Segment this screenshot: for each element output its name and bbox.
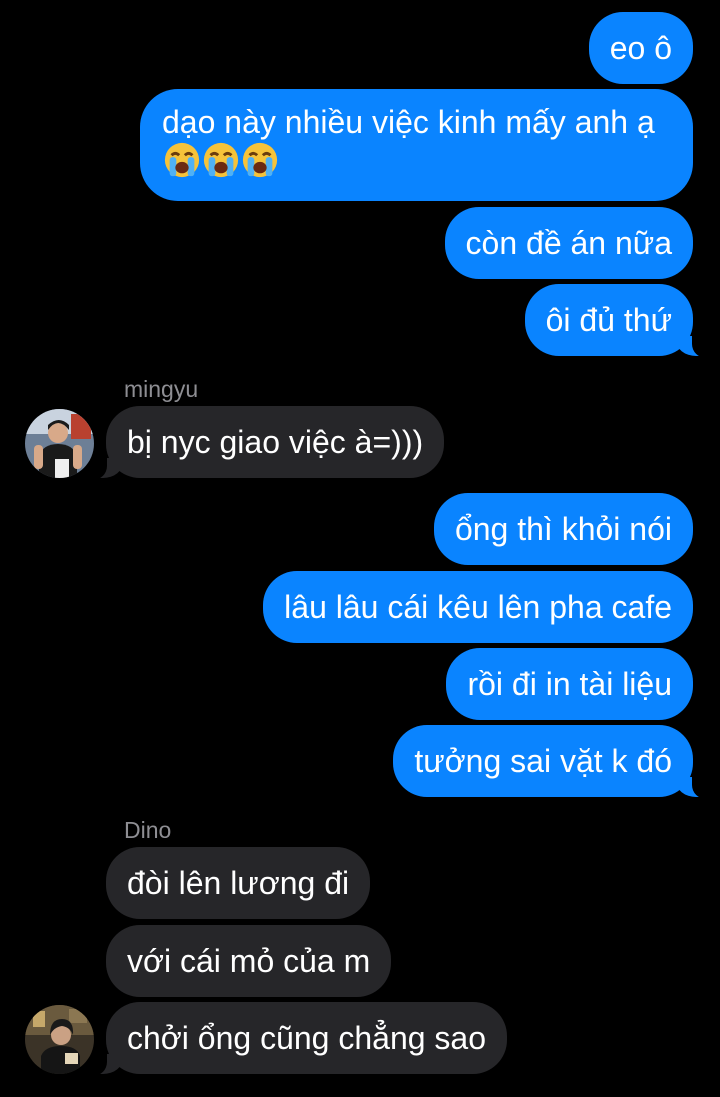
message-bubble-outgoing[interactable]: ổng thì khỏi nói [433, 493, 693, 565]
message-bubble-incoming[interactable]: bị nyc giao việc à=))) [106, 406, 445, 478]
loudly-crying-face-emoji [203, 142, 239, 178]
message-text: tưởng sai vặt k đó [414, 743, 672, 779]
bubble-tail [89, 456, 123, 480]
message-text: rồi đi in tài liệu [467, 666, 672, 702]
message-bubble-outgoing[interactable]: dạo này nhiều việc kinh mấy anh ạ [140, 89, 693, 201]
avatar-image [25, 409, 94, 478]
message-text: dạo này nhiều việc kinh mấy anh ạ [162, 103, 671, 181]
message-bubble-outgoing[interactable]: eo ô [588, 12, 693, 84]
message-text: bị nyc giao việc à=))) [127, 424, 424, 460]
message-text: ôi đủ thứ [545, 302, 672, 338]
sender-name: mingyu [124, 376, 199, 402]
message-text: lâu lâu cái kêu lên pha cafe [284, 589, 672, 625]
loudly-crying-face-emoji [164, 142, 200, 178]
message-text: ổng thì khỏi nói [454, 511, 672, 547]
bubble-tail [89, 1052, 123, 1076]
loudly-crying-face-emoji [242, 142, 278, 178]
avatar-mingyu[interactable] [25, 409, 94, 478]
message-bubble-incoming[interactable]: với cái mỏ của m [106, 925, 392, 997]
message-bubble-incoming[interactable]: chởi ổng cũng chẳng sao [106, 1002, 508, 1074]
avatar-image [25, 1005, 94, 1074]
message-bubble-outgoing[interactable]: lâu lâu cái kêu lên pha cafe [263, 571, 693, 643]
bubble-tail [676, 334, 710, 358]
message-bubble-outgoing[interactable]: rồi đi in tài liệu [446, 648, 693, 720]
avatar-dino[interactable] [25, 1005, 94, 1074]
message-text: eo ô [609, 30, 672, 66]
message-text: chởi ổng cũng chẳng sao [127, 1020, 487, 1056]
sender-name: Dino [124, 817, 172, 843]
message-bubble-outgoing[interactable]: ôi đủ thứ [524, 284, 693, 356]
message-bubble-outgoing[interactable]: tưởng sai vặt k đó [393, 725, 693, 797]
message-text: đòi lên lương đi [127, 865, 350, 901]
message-bubble-outgoing[interactable]: còn đề án nữa [444, 207, 693, 279]
message-text: còn đề án nữa [465, 225, 672, 261]
message-bubble-incoming[interactable]: đòi lên lương đi [106, 847, 371, 919]
message-text: với cái mỏ của m [127, 943, 371, 979]
bubble-tail [676, 775, 710, 799]
